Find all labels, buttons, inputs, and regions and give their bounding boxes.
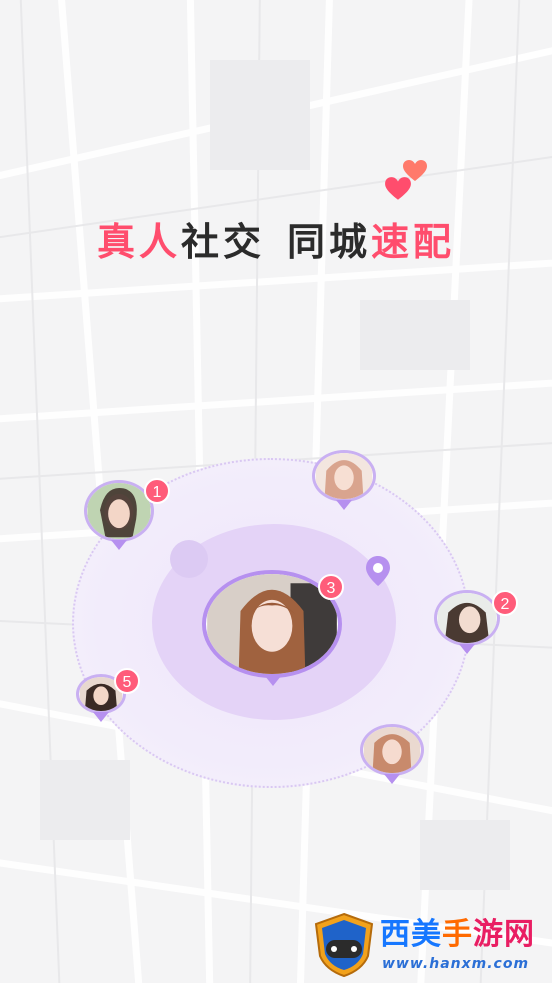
watermark-url: www.hanxm.com — [382, 956, 530, 972]
marker-pointer — [93, 712, 109, 722]
user-avatar-marker[interactable]: 2 — [432, 588, 520, 654]
user-avatar-marker[interactable] — [310, 450, 378, 510]
watermark: 西美手游网 www.hanxm.com — [312, 912, 548, 978]
heart-icon — [385, 177, 411, 200]
avatar — [312, 450, 376, 502]
user-avatar-marker[interactable] — [358, 724, 426, 784]
avatar-badge: 3 — [318, 574, 344, 600]
user-avatar-marker[interactable]: 5 — [74, 668, 142, 722]
gamepad-shield-logo — [314, 912, 374, 978]
watermark-text-b: 手 — [442, 917, 473, 952]
headline-part-1: 真人 — [96, 220, 181, 264]
headline: 真人社交 同城速配 — [0, 214, 552, 270]
marker-pointer — [459, 644, 475, 654]
marker-pointer — [384, 774, 400, 784]
headline-part-2: 社交 — [180, 220, 265, 264]
user-avatar-marker[interactable]: 1 — [80, 478, 170, 550]
marker-pointer — [336, 500, 352, 510]
avatar-badge: 1 — [144, 478, 170, 504]
headline-part-3: 同城 — [287, 220, 372, 264]
marker-pointer — [111, 540, 127, 550]
avatar-badge: 5 — [114, 668, 140, 694]
avatar-badge: 2 — [492, 590, 518, 616]
watermark-text: 西美手游网 — [380, 918, 535, 952]
marker-pointer — [265, 676, 281, 686]
avatar — [360, 724, 424, 776]
avatar — [434, 590, 500, 646]
featured-user-avatar-marker[interactable]: 3 — [198, 568, 348, 694]
location-pin-icon — [366, 556, 390, 586]
watermark-text-a: 西美 — [380, 917, 442, 952]
watermark-text-c: 游网 — [473, 917, 535, 952]
headline-part-4: 速配 — [371, 220, 456, 264]
